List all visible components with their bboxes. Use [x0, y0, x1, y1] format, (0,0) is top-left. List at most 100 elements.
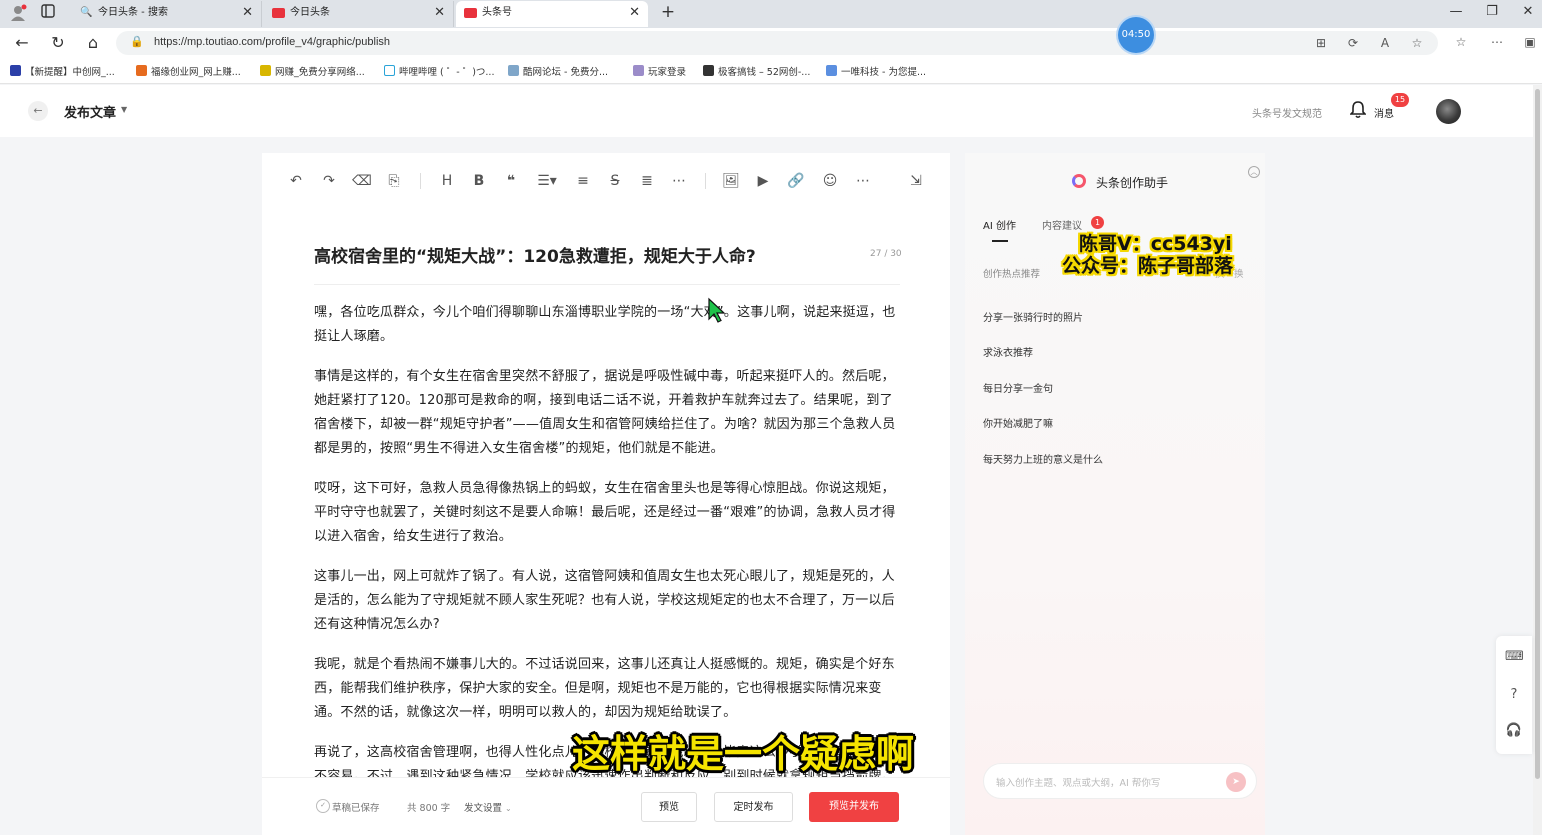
back-icon[interactable]: ←: [12, 33, 32, 53]
import-doc-icon[interactable]: ⇲: [906, 171, 926, 191]
bookmark-item[interactable]: 一唯科技 - 为您提...: [826, 64, 926, 78]
topic-item[interactable]: 你开始减肥了嘛: [983, 415, 1053, 430]
messages-count-badge: 15: [1391, 93, 1409, 107]
close-tab-icon[interactable]: ✕: [629, 1, 640, 25]
preview-and-publish-button[interactable]: 预览并发布: [809, 792, 899, 822]
chevron-down-icon[interactable]: ▼: [121, 105, 127, 114]
close-tab-icon[interactable]: ✕: [242, 1, 253, 25]
quote-icon[interactable]: ❝: [501, 171, 521, 191]
body-paragraph[interactable]: 我呢，就是个看热闹不嫌事儿大的。不过话说回来，这事儿还真让人挺感慨的。规矩，确实…: [314, 653, 902, 725]
bookmark-item[interactable]: 网赚_免费分享网络...: [260, 64, 365, 78]
assistant-logo-icon: [1072, 174, 1086, 188]
tab-search[interactable]: 🔍 今日头条 - 搜索 ✕: [72, 1, 262, 27]
page-title[interactable]: 发布文章: [64, 102, 116, 121]
close-window-icon[interactable]: ✕: [1518, 4, 1538, 19]
title-divider: [314, 284, 900, 285]
bookmark-item[interactable]: 玩家登录: [633, 64, 686, 78]
watermark-line-2: 公众号：陈子哥部落: [1062, 255, 1234, 277]
eraser-icon[interactable]: ⌫: [352, 171, 372, 191]
chevron-down-icon: ⌄: [505, 804, 512, 813]
bookmark-favicon-icon: [703, 65, 714, 76]
restore-icon[interactable]: ❐: [1482, 4, 1502, 19]
toutiao-favicon-icon: [272, 8, 285, 18]
image-icon[interactable]: 🖼: [721, 171, 741, 191]
read-aloud-icon[interactable]: A: [1376, 36, 1394, 50]
tab-toutiaohao[interactable]: 头条号 ✕: [456, 1, 648, 27]
minimize-icon[interactable]: —: [1446, 4, 1466, 19]
bookmark-item[interactable]: 福缘创业网_网上赚...: [136, 64, 241, 78]
tab-label: 头条号: [482, 7, 512, 18]
site-info-icon[interactable]: 🔒: [130, 35, 144, 48]
help-icon[interactable]: ?: [1505, 686, 1523, 704]
sidebar-toggle-icon[interactable]: ▣: [1521, 35, 1539, 49]
scrollbar-thumb[interactable]: [1535, 89, 1540, 779]
tab-label: 今日头条 - 搜索: [98, 7, 168, 18]
profile-icon[interactable]: [8, 4, 28, 24]
split-view-icon[interactable]: ⊞: [1312, 36, 1330, 50]
emoji-icon[interactable]: ☺: [820, 171, 840, 191]
tab-toutiao[interactable]: 今日头条 ✕: [264, 1, 454, 27]
url-text[interactable]: https://mp.toutiao.com/profile_v4/graphi…: [154, 36, 390, 48]
avatar[interactable]: [1436, 99, 1461, 124]
page-header: ← 发布文章 ▼ 头条号发文规范 消息 15: [0, 85, 1542, 137]
redo-icon[interactable]: ↷: [319, 171, 339, 191]
body-paragraph[interactable]: 这事儿一出，网上可就炸了锅了。有人说，这宿管阿姨和值周女生也太死心眼儿了，规矩是…: [314, 565, 902, 637]
title-char-count: 27 / 30: [870, 249, 902, 259]
ai-prompt-input[interactable]: 输入创作主题、观点或大纲，AI 帮你写 ➤: [983, 763, 1257, 799]
divider-line-icon[interactable]: ≡: [573, 171, 593, 191]
more-format-icon[interactable]: ⋯: [669, 171, 689, 191]
reload-icon[interactable]: ↻: [48, 33, 68, 53]
link-icon[interactable]: 🔗: [786, 171, 806, 191]
url-field[interactable]: 🔒 https://mp.toutiao.com/profile_v4/grap…: [116, 31, 1438, 55]
page-scrollbar[interactable]: [1533, 85, 1542, 835]
align-icon[interactable]: ≣: [637, 171, 657, 191]
back-arrow-icon[interactable]: ←: [28, 101, 48, 121]
favorite-star-icon[interactable]: ☆: [1408, 36, 1426, 50]
bold-icon[interactable]: B: [469, 171, 489, 191]
video-subtitle: 这样就是一个疑虑啊: [572, 732, 915, 776]
tab-ai-create[interactable]: AI 创作: [983, 217, 1016, 232]
bookmark-item[interactable]: 哔哩哔哩 ( ゜- ゜)つ...: [384, 64, 494, 78]
bilibili-icon: [384, 65, 395, 76]
heading-icon[interactable]: H: [437, 171, 457, 191]
translate-icon[interactable]: ⟳: [1344, 36, 1362, 50]
body-paragraph[interactable]: 哎呀，这下可好，急救人员急得像热锅上的蚂蚁，女生在宿舍里头也是等得心惊胆战。你说…: [314, 477, 902, 549]
favorites-icon[interactable]: ☆: [1452, 35, 1470, 49]
floating-toolbar: ⌨ ? 🎧: [1496, 636, 1532, 754]
home-icon[interactable]: ⌂: [83, 33, 103, 53]
customer-service-icon[interactable]: 🎧: [1505, 722, 1523, 740]
body-paragraph[interactable]: 事情是这样的，有个女生在宿舍里突然不舒服了，据说是呼吸性碱中毒，听起来挺吓人的。…: [314, 365, 902, 461]
body-paragraph[interactable]: 嘿，各位吃瓜群众，今儿个咱们得聊聊山东淄博职业学院的一场“大戏”。这事儿啊，说起…: [314, 301, 902, 349]
active-tab-indicator: [992, 240, 1008, 242]
strikethrough-icon[interactable]: S: [605, 171, 625, 191]
more-menu-icon[interactable]: ⋯: [1488, 35, 1506, 49]
send-icon[interactable]: ➤: [1226, 772, 1246, 792]
list-icon[interactable]: ☰▾: [534, 171, 560, 191]
topic-item[interactable]: 每天努力上班的意义是什么: [983, 451, 1103, 466]
publish-settings-toggle[interactable]: 发文设置 ⌄: [464, 800, 512, 814]
tab-actions-icon[interactable]: [38, 4, 58, 24]
keyboard-icon[interactable]: ⌨: [1505, 648, 1524, 666]
article-title-input[interactable]: 高校宿舍里的“规矩大战”：120急救遭拒，规矩大于人命?: [314, 242, 756, 267]
article-body[interactable]: 嘿，各位吃瓜群众，今儿个咱们得聊聊山东淄博职业学院的一场“大戏”。这事儿啊，说起…: [314, 301, 902, 779]
schedule-publish-button[interactable]: 定时发布: [714, 792, 793, 822]
word-count: 共 800 字: [407, 803, 451, 814]
bookmark-item[interactable]: 极客搞钱 – 52网创-...: [703, 64, 810, 78]
video-icon[interactable]: ▶: [753, 171, 773, 191]
tab-content-suggestions[interactable]: 内容建议: [1042, 217, 1082, 232]
collapse-icon[interactable]: ︿: [1248, 166, 1260, 178]
format-painter-icon[interactable]: ⎘: [384, 171, 404, 191]
new-tab-icon[interactable]: +: [658, 2, 678, 22]
topic-item[interactable]: 每日分享一金句: [983, 380, 1053, 395]
topic-item[interactable]: 求泳衣推荐: [983, 344, 1033, 359]
messages-label[interactable]: 消息: [1374, 105, 1394, 120]
rules-link[interactable]: 头条号发文规范: [1252, 105, 1322, 120]
bookmark-item[interactable]: 酷网论坛 - 免费分...: [508, 64, 608, 78]
preview-button[interactable]: 预览: [641, 792, 697, 822]
undo-icon[interactable]: ↶: [286, 171, 306, 191]
close-tab-icon[interactable]: ✕: [434, 1, 445, 25]
more-insert-icon[interactable]: ⋯: [853, 171, 873, 191]
topic-item[interactable]: 分享一张骑行时的照片: [983, 309, 1083, 324]
bookmark-item[interactable]: 【新提醒】中创网_...: [10, 64, 115, 78]
bell-icon[interactable]: [1349, 101, 1368, 121]
